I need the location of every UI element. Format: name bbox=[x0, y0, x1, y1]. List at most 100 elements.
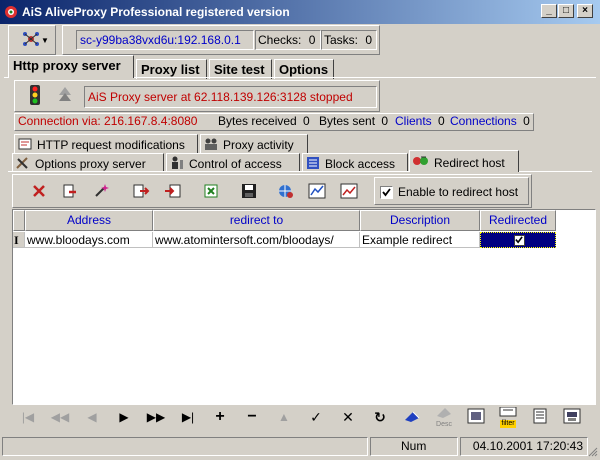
redirected-checkbox[interactable] bbox=[513, 234, 525, 246]
tab-control-of-access[interactable]: Control of access bbox=[166, 153, 300, 172]
connections-value: 0 bbox=[523, 114, 530, 128]
status-panel-main bbox=[2, 437, 368, 456]
column-header-redirected[interactable]: Redirected bbox=[480, 210, 556, 231]
stop-icon bbox=[58, 85, 72, 108]
tab-proxy-activity[interactable]: Proxy activity bbox=[200, 134, 308, 153]
table-cell-redirected[interactable] bbox=[480, 232, 556, 248]
enable-redirect-checkbox[interactable]: Enable to redirect host bbox=[380, 184, 526, 200]
tools-icon bbox=[15, 156, 31, 173]
network-icon bbox=[22, 31, 40, 50]
spreadsheet-icon bbox=[203, 183, 219, 202]
nav-previous-button[interactable]: ◀ bbox=[78, 405, 106, 429]
excel-button[interactable] bbox=[198, 179, 224, 205]
nav-prior-page-button[interactable]: ◀◀ bbox=[46, 405, 74, 429]
trend-chart-icon bbox=[340, 183, 358, 202]
tab-block-access[interactable]: Block access bbox=[302, 153, 408, 172]
clients-value: 0 bbox=[438, 114, 445, 128]
network-menu-button[interactable]: ▼ bbox=[22, 31, 50, 49]
tab-label: Control of access bbox=[189, 157, 282, 171]
title-bar[interactable]: AiS AliveProxy Professional registered v… bbox=[0, 0, 600, 24]
stop-server-button[interactable] bbox=[52, 84, 78, 108]
window-title: AiS AliveProxy Professional registered v… bbox=[22, 5, 290, 19]
bytes-sent-label: Bytes sent bbox=[319, 114, 376, 128]
bytes-sent: Bytes sent 0 bbox=[319, 114, 388, 129]
column-header-redirect-to[interactable]: redirect to bbox=[153, 210, 360, 231]
column-header-address[interactable]: Address bbox=[25, 210, 153, 231]
nav-refresh-button[interactable]: ↻ bbox=[366, 405, 394, 429]
start-server-button[interactable] bbox=[22, 84, 48, 108]
sort-icon bbox=[403, 408, 421, 427]
nav-next-button[interactable]: ▶ bbox=[110, 405, 138, 429]
table-cell-address[interactable]: www.bloodays.com bbox=[25, 232, 153, 248]
minimize-button[interactable]: _ bbox=[541, 4, 557, 18]
nav-last-button[interactable]: ▶| bbox=[174, 405, 202, 429]
resize-grip[interactable] bbox=[588, 446, 598, 457]
magic-wand-icon bbox=[93, 183, 109, 202]
request-modify-icon bbox=[17, 137, 33, 154]
block-icon bbox=[305, 156, 321, 173]
tab-label: Proxy activity bbox=[223, 138, 294, 152]
nav-edit-button[interactable]: ▲ bbox=[270, 405, 298, 429]
export-icon bbox=[132, 183, 150, 202]
network-button[interactable] bbox=[272, 179, 298, 205]
desc-label: Desc bbox=[436, 421, 452, 428]
wand-button[interactable] bbox=[88, 179, 114, 205]
nav-next-page-button[interactable]: ▶▶ bbox=[142, 405, 170, 429]
find-button[interactable] bbox=[462, 405, 490, 429]
checkbox-box[interactable] bbox=[380, 185, 393, 199]
tab-proxy-list[interactable]: Proxy list bbox=[136, 59, 207, 79]
filter-button[interactable]: filter bbox=[494, 405, 522, 429]
tab-http-proxy-server[interactable]: Http proxy server bbox=[8, 55, 134, 78]
maximize-button[interactable]: □ bbox=[558, 4, 574, 18]
clear-button[interactable] bbox=[56, 179, 82, 205]
table-cell-description[interactable]: Example redirect bbox=[360, 232, 480, 248]
filter-label: filter bbox=[500, 420, 516, 428]
import-button[interactable] bbox=[160, 179, 186, 205]
nav-post-button[interactable]: ✓ bbox=[302, 405, 330, 429]
close-button[interactable]: × bbox=[577, 4, 593, 18]
export-button[interactable] bbox=[128, 179, 154, 205]
grid-indicator-header bbox=[13, 210, 25, 231]
column-header-description[interactable]: Description bbox=[360, 210, 480, 231]
chevron-down-icon: ▼ bbox=[41, 35, 49, 45]
descending-sort-button[interactable]: Desc bbox=[430, 405, 458, 429]
user-access-icon bbox=[169, 156, 185, 173]
delete-button[interactable] bbox=[26, 179, 52, 205]
tab-options-proxy-server[interactable]: Options proxy server bbox=[12, 153, 164, 172]
tab-http-request-modifications[interactable]: HTTP request modifications bbox=[14, 134, 198, 153]
bytes-received: Bytes received 0 bbox=[218, 114, 310, 129]
status-num-lock: Num bbox=[370, 437, 458, 456]
app-icon bbox=[4, 5, 18, 19]
nav-cancel-button[interactable]: ✕ bbox=[334, 405, 362, 429]
clients-label: Clients bbox=[395, 114, 432, 128]
find-icon bbox=[467, 408, 485, 427]
globe-network-icon bbox=[276, 183, 294, 202]
clear-icon bbox=[61, 183, 77, 202]
nav-delete-button[interactable]: − bbox=[238, 405, 266, 429]
nav-first-button[interactable]: |◀ bbox=[14, 405, 42, 429]
tasks-field: Tasks: 0 bbox=[321, 30, 377, 50]
clients-count: Clients 0 bbox=[395, 114, 445, 129]
print-button[interactable] bbox=[558, 405, 586, 429]
table-cell-redirect-to[interactable]: www.atomintersoft.com/bloodays/ bbox=[153, 232, 360, 248]
machine-field: sc-y99ba38vxd6u:192.168.0.1 bbox=[76, 30, 254, 50]
bytes-received-label: Bytes received bbox=[218, 114, 297, 128]
row-edit-indicator: I bbox=[13, 232, 25, 248]
save-button[interactable] bbox=[236, 179, 262, 205]
bytes-sent-value: 0 bbox=[381, 114, 389, 128]
report-button[interactable] bbox=[526, 405, 554, 429]
nav-insert-button[interactable]: + bbox=[206, 405, 234, 429]
machine-address: sc-y99ba38vxd6u:192.168.0.1 bbox=[80, 33, 241, 47]
filter-icon bbox=[499, 406, 517, 420]
tab-site-test[interactable]: Site test bbox=[209, 59, 272, 79]
enable-redirect-label: Enable to redirect host bbox=[398, 185, 519, 199]
report-icon bbox=[532, 408, 548, 427]
tasks-value: 0 bbox=[365, 33, 373, 47]
trend-button[interactable] bbox=[336, 179, 362, 205]
tab-options[interactable]: Options bbox=[274, 59, 334, 79]
print-icon bbox=[563, 408, 581, 427]
status-datetime: 04.10.2001 17:20:43 bbox=[460, 437, 588, 456]
stats-button[interactable] bbox=[304, 179, 330, 205]
ascending-sort-button[interactable] bbox=[398, 405, 426, 429]
tab-redirect-host[interactable]: Redirect host bbox=[409, 150, 519, 172]
